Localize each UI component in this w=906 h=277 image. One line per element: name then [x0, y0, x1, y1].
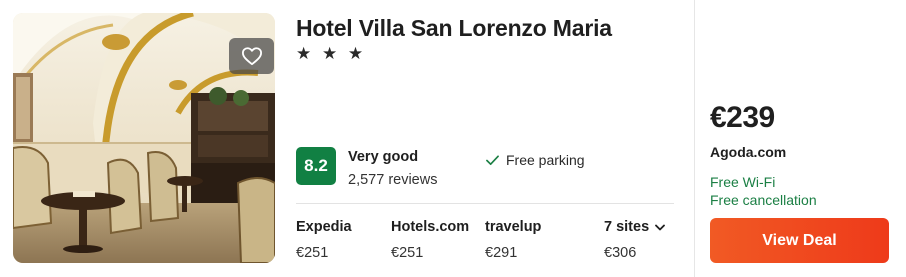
- chevron-down-icon: [655, 224, 666, 230]
- amenity-label: Free parking: [506, 152, 585, 168]
- review-count[interactable]: 2,577 reviews: [348, 172, 437, 188]
- hotel-star-rating: ★ ★ ★: [296, 44, 367, 63]
- deal-price: €239: [710, 101, 775, 134]
- more-sites-dropdown[interactable]: 7 sites €306: [604, 219, 666, 261]
- site-price: €306: [604, 245, 637, 261]
- hotel-name[interactable]: Hotel Villa San Lorenzo Maria: [296, 15, 612, 42]
- site-name: Expedia: [296, 219, 352, 235]
- deal-perk-cancellation: Free cancellation: [710, 192, 817, 208]
- view-deal-button[interactable]: View Deal: [710, 218, 889, 263]
- amenity-item: Free parking: [486, 152, 585, 168]
- rating-score-badge[interactable]: 8.2: [296, 147, 336, 185]
- site-offer-expedia[interactable]: Expedia €251: [296, 219, 352, 261]
- site-offer-hotels-com[interactable]: Hotels.com €251: [391, 219, 469, 261]
- heart-outline-icon: [241, 47, 262, 66]
- deal-perk-wifi: Free Wi-Fi: [710, 174, 776, 190]
- vertical-divider: [694, 0, 695, 277]
- check-icon: [486, 154, 499, 165]
- site-price: €251: [391, 245, 424, 261]
- site-price: €291: [485, 245, 518, 261]
- hotel-photo[interactable]: [13, 13, 275, 263]
- rating-label: Very good: [348, 149, 419, 165]
- divider: [296, 203, 674, 204]
- site-price: €251: [296, 245, 329, 261]
- more-sites-text: 7 sites: [604, 219, 650, 235]
- site-name: Hotels.com: [391, 219, 470, 235]
- deal-provider: Agoda.com: [710, 144, 787, 160]
- more-sites-label: 7 sites: [604, 219, 666, 235]
- site-offer-travelup[interactable]: travelup €291: [485, 219, 541, 261]
- favorite-button[interactable]: [229, 38, 274, 74]
- site-name: travelup: [485, 219, 542, 235]
- hotel-result-card: Hotel Villa San Lorenzo Maria ★ ★ ★ 8.2 …: [0, 0, 906, 277]
